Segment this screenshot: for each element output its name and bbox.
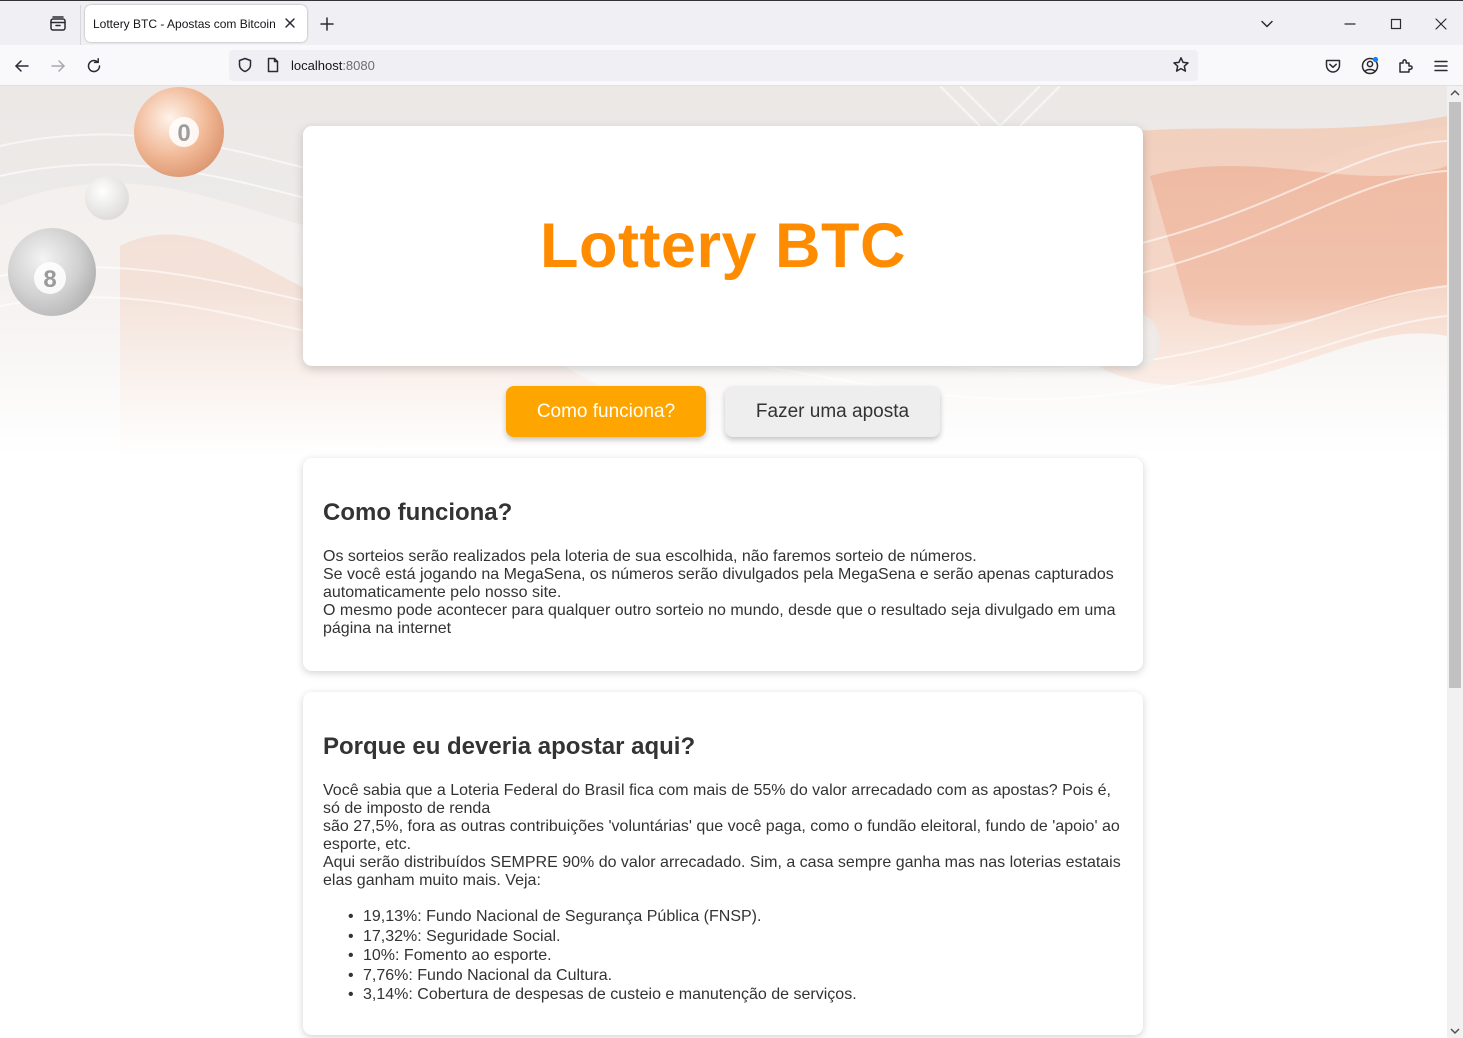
how-it-works-section: Como funciona? Os sorteios serão realiza… <box>303 458 1143 671</box>
list-item: 10%: Fomento ao esporte. <box>323 946 1123 966</box>
scrollbar-thumb[interactable] <box>1449 102 1461 688</box>
tab-title: Lottery BTC - Apostas com Bitcoin <box>93 16 275 31</box>
reload-icon[interactable] <box>79 51 109 81</box>
browser-tab[interactable]: Lottery BTC - Apostas com Bitcoin <box>85 5 307 42</box>
header-card: Lottery BTC <box>303 126 1143 366</box>
page-viewport: 0 8 Lottery BTC Como funciona? Fazer uma… <box>0 86 1447 1038</box>
star-icon[interactable] <box>1170 54 1192 76</box>
url-host: localhost <box>291 58 343 73</box>
page-icon[interactable] <box>263 55 283 75</box>
text-line: são 27,5%, fora as outras contribuições … <box>323 818 1120 853</box>
minimize-icon[interactable] <box>1327 1 1373 46</box>
list-item: 17,32%: Seguridade Social. <box>323 927 1123 947</box>
tab-list-icon[interactable] <box>44 10 72 38</box>
scroll-up-arrow-icon[interactable] <box>1450 88 1460 98</box>
close-icon[interactable] <box>281 14 299 32</box>
shield-icon[interactable] <box>235 55 255 75</box>
close-icon[interactable] <box>1418 1 1463 46</box>
browser-tab-bar: Lottery BTC - Apostas com Bitcoin <box>0 0 1463 45</box>
chevron-down-icon[interactable] <box>1253 10 1281 38</box>
forward-arrow-icon[interactable] <box>43 51 73 81</box>
text-line: O mesmo pode acontecer para qualquer out… <box>323 602 1116 637</box>
place-bet-button[interactable]: Fazer uma aposta <box>725 386 940 437</box>
scroll-down-arrow-icon[interactable] <box>1450 1026 1460 1036</box>
tab-separator <box>80 5 81 45</box>
maximize-icon[interactable] <box>1373 1 1419 46</box>
text-line: Aqui serão distribuídos SEMPRE 90% do va… <box>323 854 1121 889</box>
url-text[interactable]: localhost:8080 <box>291 58 375 73</box>
section-heading: Como funciona? <box>323 499 513 526</box>
plus-icon[interactable] <box>313 10 341 38</box>
section-text: Os sorteios serão realizados pela loteri… <box>323 548 1123 638</box>
text-line: Os sorteios serão realizados pela loteri… <box>323 548 977 565</box>
tax-distribution-list: 19,13%: Fundo Nacional de Segurança Públ… <box>323 907 1123 1005</box>
address-bar[interactable]: localhost:8080 <box>229 50 1198 81</box>
site-title: Lottery BTC <box>540 211 906 281</box>
back-arrow-icon[interactable] <box>7 51 37 81</box>
text-line: Se você está jogando na MegaSena, os núm… <box>323 566 1114 601</box>
account-icon[interactable] <box>1355 51 1385 81</box>
url-port: :8080 <box>342 58 375 73</box>
why-bet-here-section: Porque eu deveria apostar aqui? Você sab… <box>303 692 1143 1035</box>
section-text: Você sabia que a Loteria Federal do Bras… <box>323 782 1123 890</box>
hamburger-menu-icon[interactable] <box>1426 51 1456 81</box>
text-line: Você sabia que a Loteria Federal do Bras… <box>323 782 1111 817</box>
list-item: 3,14%: Cobertura de despesas de custeio … <box>323 985 1123 1005</box>
how-it-works-button[interactable]: Como funciona? <box>506 386 706 437</box>
list-item: 19,13%: Fundo Nacional de Segurança Públ… <box>323 907 1123 927</box>
section-heading: Porque eu deveria apostar aqui? <box>323 733 696 760</box>
puzzle-icon[interactable] <box>1391 51 1421 81</box>
vertical-scrollbar[interactable] <box>1447 86 1463 1038</box>
pocket-icon[interactable] <box>1318 51 1348 81</box>
list-item: 7,76%: Fundo Nacional da Cultura. <box>323 966 1123 986</box>
browser-nav-bar: localhost:8080 <box>0 45 1463 86</box>
